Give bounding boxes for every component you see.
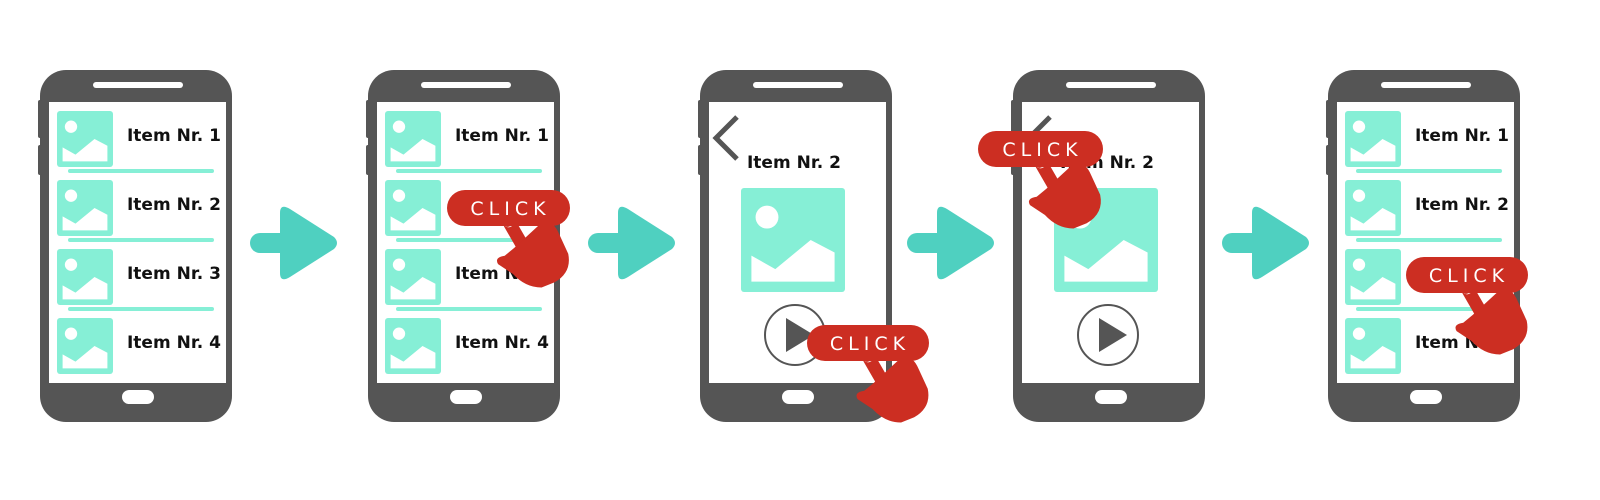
image-sun bbox=[64, 189, 78, 202]
phone-3: Item Nr. 2 bbox=[698, 70, 892, 422]
volume-button bbox=[1326, 100, 1330, 138]
speaker-grille bbox=[1381, 82, 1471, 88]
flow-arrow-1 bbox=[250, 206, 337, 280]
list-divider bbox=[396, 169, 542, 173]
volume-button bbox=[698, 145, 702, 175]
home-button bbox=[122, 390, 154, 404]
image-icon bbox=[1345, 249, 1401, 305]
image-icon bbox=[57, 180, 113, 236]
image-icon bbox=[385, 318, 441, 374]
phone-5: Item Nr. 1Item Nr. 2Item Nr. 3Item Nr. 4 bbox=[1326, 70, 1520, 422]
list-item-label: Item Nr. 3 bbox=[127, 264, 221, 284]
arrow-right-icon bbox=[618, 206, 675, 280]
volume-button bbox=[38, 100, 42, 138]
list-item-label: Item Nr. 2 bbox=[127, 195, 221, 215]
image-icon bbox=[741, 188, 845, 292]
home-button bbox=[1095, 390, 1127, 404]
home-button bbox=[1410, 390, 1442, 404]
image-icon bbox=[57, 111, 113, 167]
list-divider bbox=[68, 307, 214, 311]
home-button bbox=[450, 390, 482, 404]
click-label: CLICK bbox=[1002, 139, 1082, 161]
phone-1: Item Nr. 1 Item Nr. 2 Item Nr. 3 Item Nr. 4 bbox=[38, 70, 232, 422]
diagram-canvas: Item Nr. 1 Item Nr. 2 Item Nr. 3 Item Nr. 4… bbox=[38, 70, 1528, 423]
image-icon bbox=[57, 249, 113, 305]
arrow-right-icon bbox=[1252, 206, 1309, 280]
phone-4: Item Nr. 2 bbox=[1011, 70, 1205, 422]
home-button bbox=[782, 390, 814, 404]
arrow-right-icon bbox=[280, 206, 337, 280]
image-icon bbox=[385, 111, 441, 167]
volume-button bbox=[1326, 145, 1330, 175]
image-sun bbox=[64, 120, 78, 133]
speaker-grille bbox=[421, 82, 511, 88]
app-flow-diagram: Item Nr. 1 Item Nr. 2 Item Nr. 3 Item Nr. 4… bbox=[0, 0, 1600, 500]
list-item-label: Item Nr. 1 bbox=[455, 126, 549, 146]
image-sun bbox=[1352, 258, 1366, 271]
list-divider bbox=[396, 307, 542, 311]
list-item-label: Item Nr. 1 bbox=[1415, 126, 1509, 146]
image-sun bbox=[64, 327, 78, 340]
speaker-grille bbox=[753, 82, 843, 88]
flow-arrow-4 bbox=[1222, 206, 1309, 280]
list-divider bbox=[68, 169, 214, 173]
speaker-grille bbox=[1066, 82, 1156, 88]
image-sun bbox=[64, 258, 78, 271]
image-sun bbox=[1352, 327, 1366, 340]
image-icon bbox=[57, 318, 113, 374]
list-divider bbox=[1356, 238, 1502, 242]
image-icon bbox=[385, 180, 441, 236]
flow-arrow-3 bbox=[907, 206, 994, 280]
image-sun bbox=[1352, 189, 1366, 202]
volume-button bbox=[698, 100, 702, 138]
volume-button bbox=[38, 145, 42, 175]
image-icon bbox=[385, 249, 441, 305]
image-sun bbox=[1352, 120, 1366, 133]
detail-title: Item Nr. 2 bbox=[747, 153, 841, 173]
list-item-label: Item Nr. 4 bbox=[455, 333, 549, 353]
image-sun bbox=[755, 205, 779, 229]
flow-arrow-2 bbox=[588, 206, 675, 280]
volume-button bbox=[366, 100, 370, 138]
image-sun bbox=[392, 120, 406, 133]
arrow-right-icon bbox=[937, 206, 994, 280]
list-item-label: Item Nr. 4 bbox=[127, 333, 221, 353]
image-icon bbox=[1345, 318, 1401, 374]
list-item-label: Item Nr. 1 bbox=[127, 126, 221, 146]
image-icon bbox=[1345, 111, 1401, 167]
list-item-label: Item Nr. 2 bbox=[1415, 195, 1509, 215]
click-label: CLICK bbox=[470, 198, 550, 220]
list-divider bbox=[1356, 169, 1502, 173]
image-sun bbox=[392, 258, 406, 271]
volume-button bbox=[366, 145, 370, 175]
play-button[interactable] bbox=[1077, 304, 1139, 366]
image-sun bbox=[392, 189, 406, 202]
image-icon bbox=[1345, 180, 1401, 236]
image-sun bbox=[392, 327, 406, 340]
click-label: CLICK bbox=[830, 333, 910, 355]
click-label: CLICK bbox=[1429, 265, 1509, 287]
list-divider bbox=[68, 238, 214, 242]
speaker-grille bbox=[93, 82, 183, 88]
